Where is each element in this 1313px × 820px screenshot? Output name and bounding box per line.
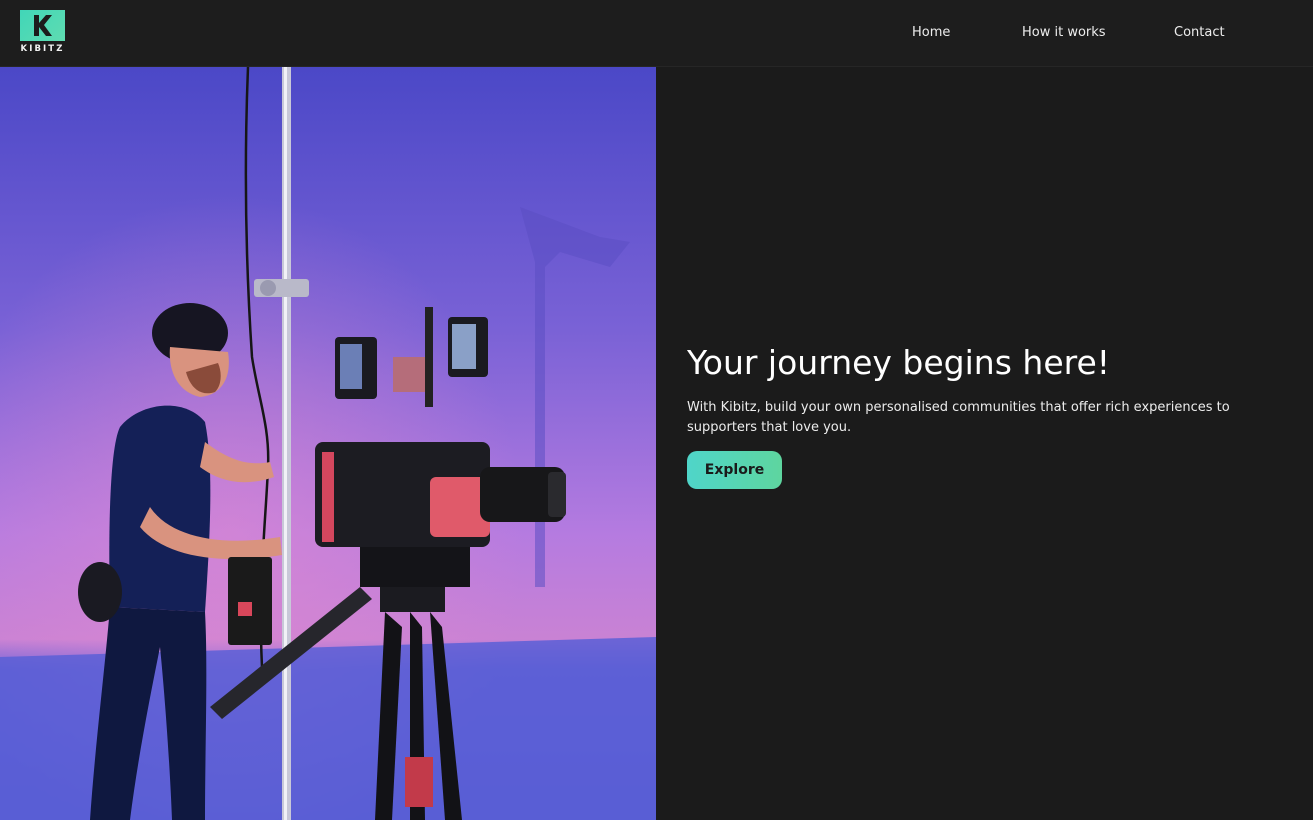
logo-icon bbox=[20, 10, 65, 41]
explore-button[interactable]: Explore bbox=[687, 451, 782, 489]
hero-description: With Kibitz, build your own personalised… bbox=[687, 400, 1230, 435]
kibitz-logo[interactable]: KIBITZ bbox=[19, 10, 66, 56]
nav-home-link[interactable]: Home bbox=[912, 25, 950, 40]
navbar: KIBITZ Home How it works Contact bbox=[0, 0, 1313, 67]
hero-image bbox=[0, 67, 656, 820]
nav-contact-link[interactable]: Contact bbox=[1174, 25, 1225, 40]
nav-how-it-works-link[interactable]: How it works bbox=[1022, 25, 1106, 40]
hero-title: Your journey begins here! bbox=[687, 343, 1110, 382]
logo-wordmark: KIBITZ bbox=[20, 44, 65, 54]
